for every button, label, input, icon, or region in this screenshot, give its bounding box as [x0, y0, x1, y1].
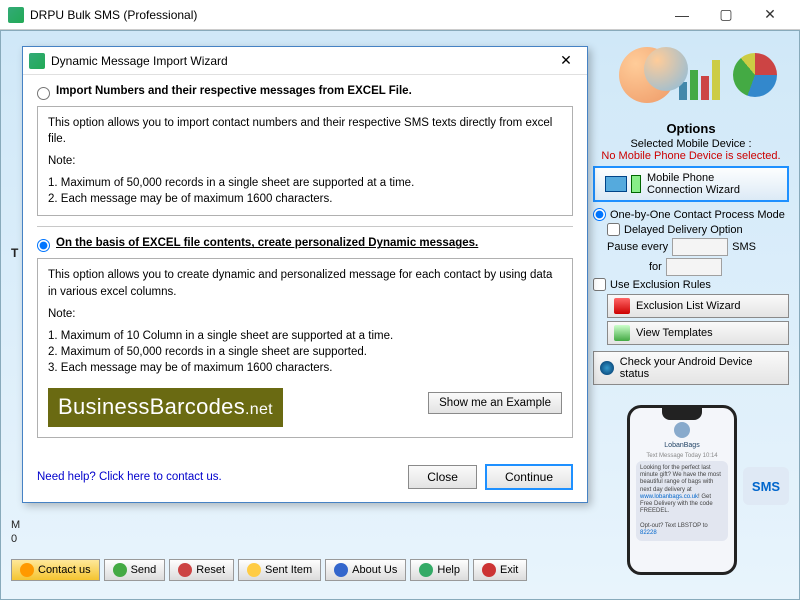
contact-us-button[interactable]: Contact us [11, 559, 100, 581]
gear-icon [600, 361, 614, 375]
contact-name: LobanBags [630, 442, 734, 449]
option-2-group: On the basis of EXCEL file contents, cre… [37, 237, 573, 437]
option-1-head[interactable]: Import Numbers and their respective mess… [37, 85, 573, 100]
sms-bubble: Looking for the perfect last minute gift… [636, 461, 728, 541]
app-icon [8, 7, 24, 23]
android-status-button[interactable]: Check your Android Device status [593, 351, 789, 385]
option-2-note-3: 3. Each message may be of maximum 1600 c… [48, 360, 562, 376]
people-icon [619, 47, 675, 103]
pause-count-dropdown[interactable] [672, 238, 728, 256]
help-icon [419, 563, 433, 577]
pause-row: Pause every SMS [593, 238, 789, 256]
about-us-button[interactable]: About Us [325, 559, 406, 581]
connection-wizard-button[interactable]: Mobile Phone Connection Wizard [593, 166, 789, 202]
option-2-head[interactable]: On the basis of EXCEL file contents, cre… [37, 237, 573, 252]
message-timestamp: Text Message Today 10:14 [630, 453, 734, 459]
divider [37, 226, 573, 227]
left-edge-t: T [11, 246, 18, 260]
exit-button[interactable]: Exit [473, 559, 527, 581]
send-icon [113, 563, 127, 577]
modal-close-button[interactable]: ✕ [551, 52, 581, 69]
contact-icon [20, 563, 34, 577]
option-1-label: Import Numbers and their respective mess… [56, 85, 412, 97]
exclusion-icon [614, 298, 630, 314]
left-edge-m: M [11, 519, 20, 531]
main-titlebar: DRPU Bulk SMS (Professional) — ▢ ✕ [0, 0, 800, 30]
pause-label: Pause every [607, 241, 668, 253]
show-example-button[interactable]: Show me an Example [428, 392, 562, 414]
exclusion-checkbox[interactable] [593, 278, 606, 291]
pause-unit: SMS [732, 241, 756, 253]
exclusion-row[interactable]: Use Exclusion Rules [593, 278, 789, 291]
option-2-radio[interactable] [37, 239, 50, 252]
maximize-button[interactable]: ▢ [704, 1, 748, 29]
option-1-note-2: 2. Each message may be of maximum 1600 c… [48, 191, 562, 207]
templates-icon [614, 325, 630, 341]
for-label: for [649, 261, 662, 273]
app-title: DRPU Bulk SMS (Professional) [30, 8, 660, 22]
sent-icon [247, 563, 261, 577]
option-2-box: This option allows you to create dynamic… [37, 258, 573, 437]
import-wizard-modal: Dynamic Message Import Wizard ✕ Import N… [22, 46, 588, 503]
for-duration-dropdown[interactable] [666, 258, 722, 276]
connection-wizard-icon [599, 170, 647, 198]
process-mode-label: One-by-One Contact Process Mode [610, 209, 785, 221]
option-1-group: Import Numbers and their respective mess… [37, 85, 573, 216]
option-2-note-2: 2. Maximum of 50,000 records in a single… [48, 344, 562, 360]
delayed-delivery-checkbox[interactable] [607, 223, 620, 236]
process-mode-radio[interactable] [593, 208, 606, 221]
bottom-toolbar: Contact us Send Reset Sent Item About Us… [11, 559, 527, 581]
close-window-button[interactable]: ✕ [748, 1, 792, 29]
contact-avatar-icon [674, 422, 690, 438]
close-button[interactable]: Close [408, 465, 477, 489]
option-2-label: On the basis of EXCEL file contents, cre… [56, 237, 478, 249]
options-panel: Options Selected Mobile Device : No Mobi… [593, 121, 789, 385]
delayed-delivery-row[interactable]: Delayed Delivery Option [593, 223, 789, 236]
view-templates-button[interactable]: View Templates [607, 321, 789, 345]
option-2-note-title: Note: [48, 306, 562, 322]
option-1-desc: This option allows you to import contact… [48, 115, 562, 147]
send-button[interactable]: Send [104, 559, 166, 581]
exclusion-label: Use Exclusion Rules [610, 279, 711, 291]
option-1-note-title: Note: [48, 153, 562, 169]
for-row: for [593, 258, 789, 276]
modal-title: Dynamic Message Import Wizard [51, 54, 551, 68]
reset-button[interactable]: Reset [169, 559, 234, 581]
phone-preview: LobanBags Text Message Today 10:14 Looki… [627, 405, 737, 575]
selected-device-value: No Mobile Phone Device is selected. [593, 150, 789, 162]
option-1-note-1: 1. Maximum of 50,000 records in a single… [48, 175, 562, 191]
delayed-delivery-label: Delayed Delivery Option [624, 224, 743, 236]
exit-icon [482, 563, 496, 577]
option-1-box: This option allows you to import contact… [37, 106, 573, 216]
sent-item-button[interactable]: Sent Item [238, 559, 321, 581]
modal-footer: Need help? Click here to contact us. Clo… [23, 456, 587, 502]
header-graphics [619, 35, 789, 115]
exclusion-wizard-button[interactable]: Exclusion List Wizard [607, 294, 789, 318]
sms-badge-icon: SMS [743, 467, 789, 505]
about-icon [334, 563, 348, 577]
option-2-desc: This option allows you to create dynamic… [48, 267, 562, 299]
process-mode-row[interactable]: One-by-One Contact Process Mode [593, 208, 789, 221]
pie-chart-icon [733, 53, 777, 97]
left-edge-zero: 0 [11, 533, 17, 545]
modal-titlebar: Dynamic Message Import Wizard ✕ [23, 47, 587, 75]
connection-wizard-label: Mobile Phone Connection Wizard [647, 172, 740, 196]
minimize-button[interactable]: — [660, 1, 704, 29]
modal-icon [29, 53, 45, 69]
option-2-note-1: 1. Maximum of 10 Column in a single shee… [48, 328, 562, 344]
help-link[interactable]: Need help? Click here to contact us. [37, 471, 400, 483]
options-title: Options [593, 121, 789, 136]
watermark: BusinessBarcodes.net [48, 388, 283, 427]
reset-icon [178, 563, 192, 577]
continue-button[interactable]: Continue [485, 464, 573, 490]
option-1-radio[interactable] [37, 87, 50, 100]
selected-device-label: Selected Mobile Device : [593, 138, 789, 150]
help-button[interactable]: Help [410, 559, 469, 581]
